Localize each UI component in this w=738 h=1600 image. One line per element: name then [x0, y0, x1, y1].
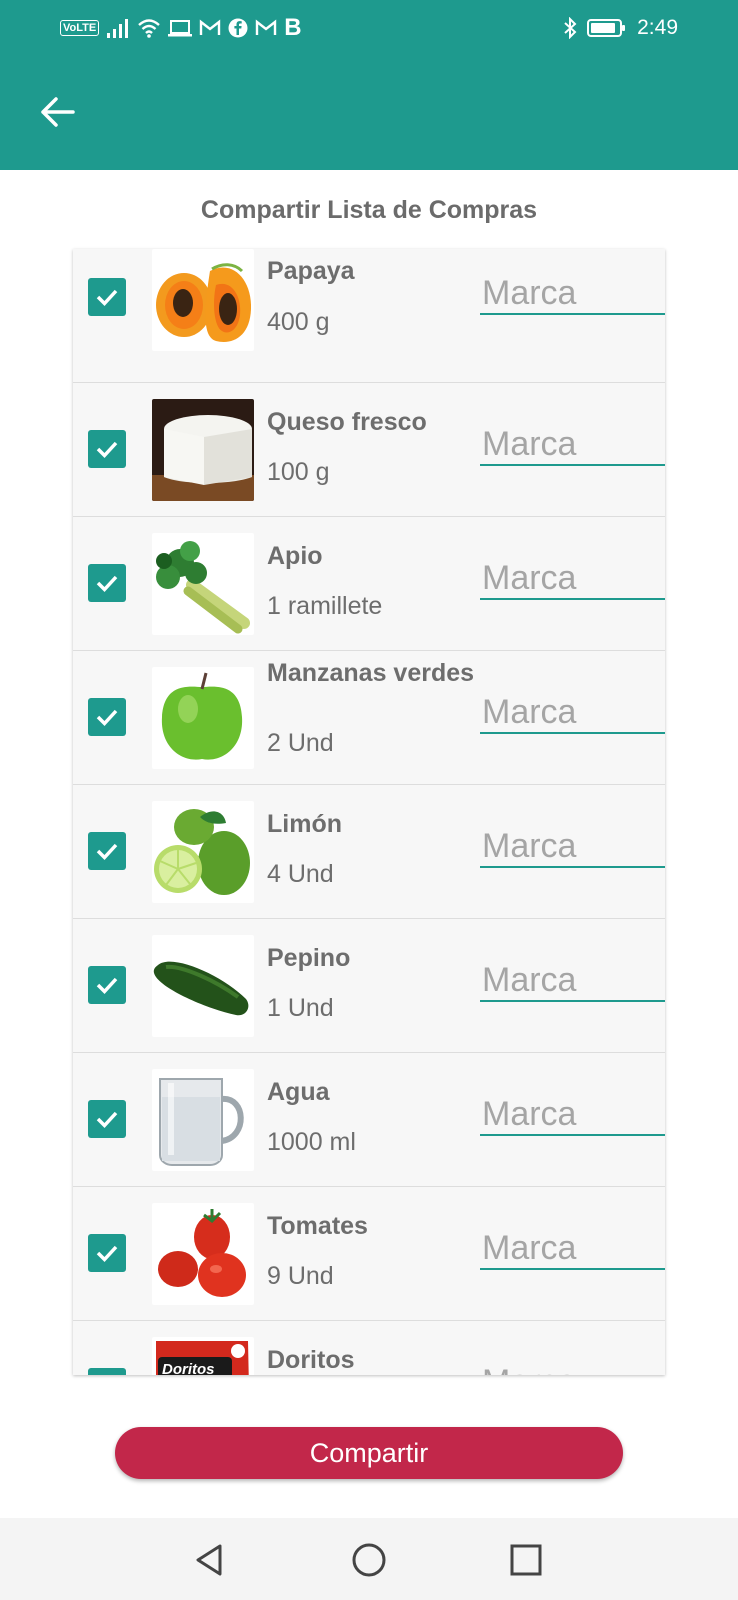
item-checkbox[interactable] [88, 564, 126, 602]
brand-input[interactable] [480, 273, 665, 315]
gmail-icon [255, 19, 277, 37]
check-icon [96, 843, 118, 861]
list-item: Pepino 1 Und [73, 919, 665, 1053]
papaya-image [152, 249, 254, 351]
list-item: Doritos Doritos [73, 1321, 665, 1375]
item-checkbox[interactable] [88, 1234, 126, 1272]
list-item: Apio 1 ramillete [73, 517, 665, 651]
brand-input[interactable] [480, 692, 665, 734]
item-quantity: 9 Und [267, 1262, 334, 1290]
item-quantity: 2 Und [267, 729, 334, 757]
cheese-image [152, 399, 254, 501]
item-name: Agua [267, 1078, 330, 1106]
brand-input[interactable] [480, 826, 665, 868]
app-bar [0, 56, 738, 170]
recents-square-icon[interactable] [504, 1538, 548, 1582]
item-quantity: 1 Und [267, 994, 334, 1022]
item-checkbox[interactable] [88, 1100, 126, 1138]
back-triangle-icon[interactable] [190, 1538, 234, 1582]
b-app-icon: B [284, 14, 302, 41]
list-item: Manzanas verdes 2 Und [73, 651, 665, 785]
list-item: Tomates 9 Und [73, 1187, 665, 1321]
list-item: Queso fresco 100 g [73, 383, 665, 517]
item-quantity: 1000 ml [267, 1128, 356, 1156]
item-quantity: 4 Und [267, 860, 334, 888]
lime-image [152, 801, 254, 903]
list-item: Limón 4 Und [73, 785, 665, 919]
page-title: Compartir Lista de Compras [200, 196, 538, 224]
check-icon [92, 1372, 122, 1375]
item-checkbox[interactable] [88, 832, 126, 870]
brand-input[interactable] [480, 960, 665, 1002]
volte-icon: VoLTE [60, 20, 100, 36]
item-name: Limón [267, 810, 342, 838]
item-checkbox[interactable] [88, 278, 126, 316]
check-icon [96, 977, 118, 995]
item-checkbox[interactable] [88, 1368, 126, 1375]
item-quantity: 1 ramillete [267, 592, 383, 620]
item-name: Doritos [267, 1346, 355, 1374]
check-icon [96, 1245, 118, 1263]
list-item: Agua 1000 ml [73, 1053, 665, 1187]
laptop-icon [168, 18, 193, 38]
check-icon [96, 575, 118, 593]
brand-input[interactable] [480, 1094, 665, 1136]
bluetooth-icon [563, 17, 577, 39]
item-checkbox[interactable] [88, 966, 126, 1004]
battery-icon [587, 18, 627, 38]
gmail-icon [199, 19, 221, 37]
back-button[interactable] [32, 84, 82, 140]
item-name: Pepino [267, 944, 351, 972]
check-icon [96, 289, 118, 307]
tomatoes-image [152, 1203, 254, 1305]
doritos-logo-text: Doritos [162, 1361, 215, 1375]
item-name: Papaya [267, 257, 355, 285]
status-bar: VoLTE B 2:49 [0, 0, 738, 56]
back-arrow-icon [41, 97, 75, 127]
check-icon [96, 709, 118, 727]
brand-input[interactable] [480, 424, 665, 466]
brand-input[interactable] [480, 1228, 665, 1270]
doritos-image: Doritos [152, 1337, 254, 1375]
item-name: Manzanas verdes [267, 659, 475, 687]
cucumber-image [152, 935, 254, 1037]
green-apple-image [152, 667, 254, 769]
signal-icon [106, 17, 130, 39]
item-name: Apio [267, 542, 323, 570]
brand-input[interactable] [480, 558, 665, 600]
item-checkbox[interactable] [88, 698, 126, 736]
water-mug-image [152, 1069, 254, 1171]
wifi-icon [137, 17, 161, 39]
navigation-bar [0, 1518, 738, 1600]
brand-input[interactable] [480, 1362, 665, 1375]
facebook-icon [228, 18, 248, 38]
shopping-list[interactable]: Papaya 400 g Queso fresco 100 g [73, 249, 665, 1375]
item-name: Queso fresco [267, 408, 427, 436]
list-item: Papaya 400 g [73, 249, 665, 383]
status-time: 2:49 [637, 16, 678, 39]
check-icon [96, 1111, 118, 1129]
item-quantity: 400 g [267, 308, 330, 336]
item-name: Tomates [267, 1212, 368, 1240]
check-icon [96, 441, 118, 459]
item-checkbox[interactable] [88, 430, 126, 468]
celery-image [152, 533, 254, 635]
home-circle-icon[interactable] [347, 1538, 391, 1582]
share-button[interactable]: Compartir [115, 1427, 623, 1479]
item-quantity: 100 g [267, 458, 330, 486]
